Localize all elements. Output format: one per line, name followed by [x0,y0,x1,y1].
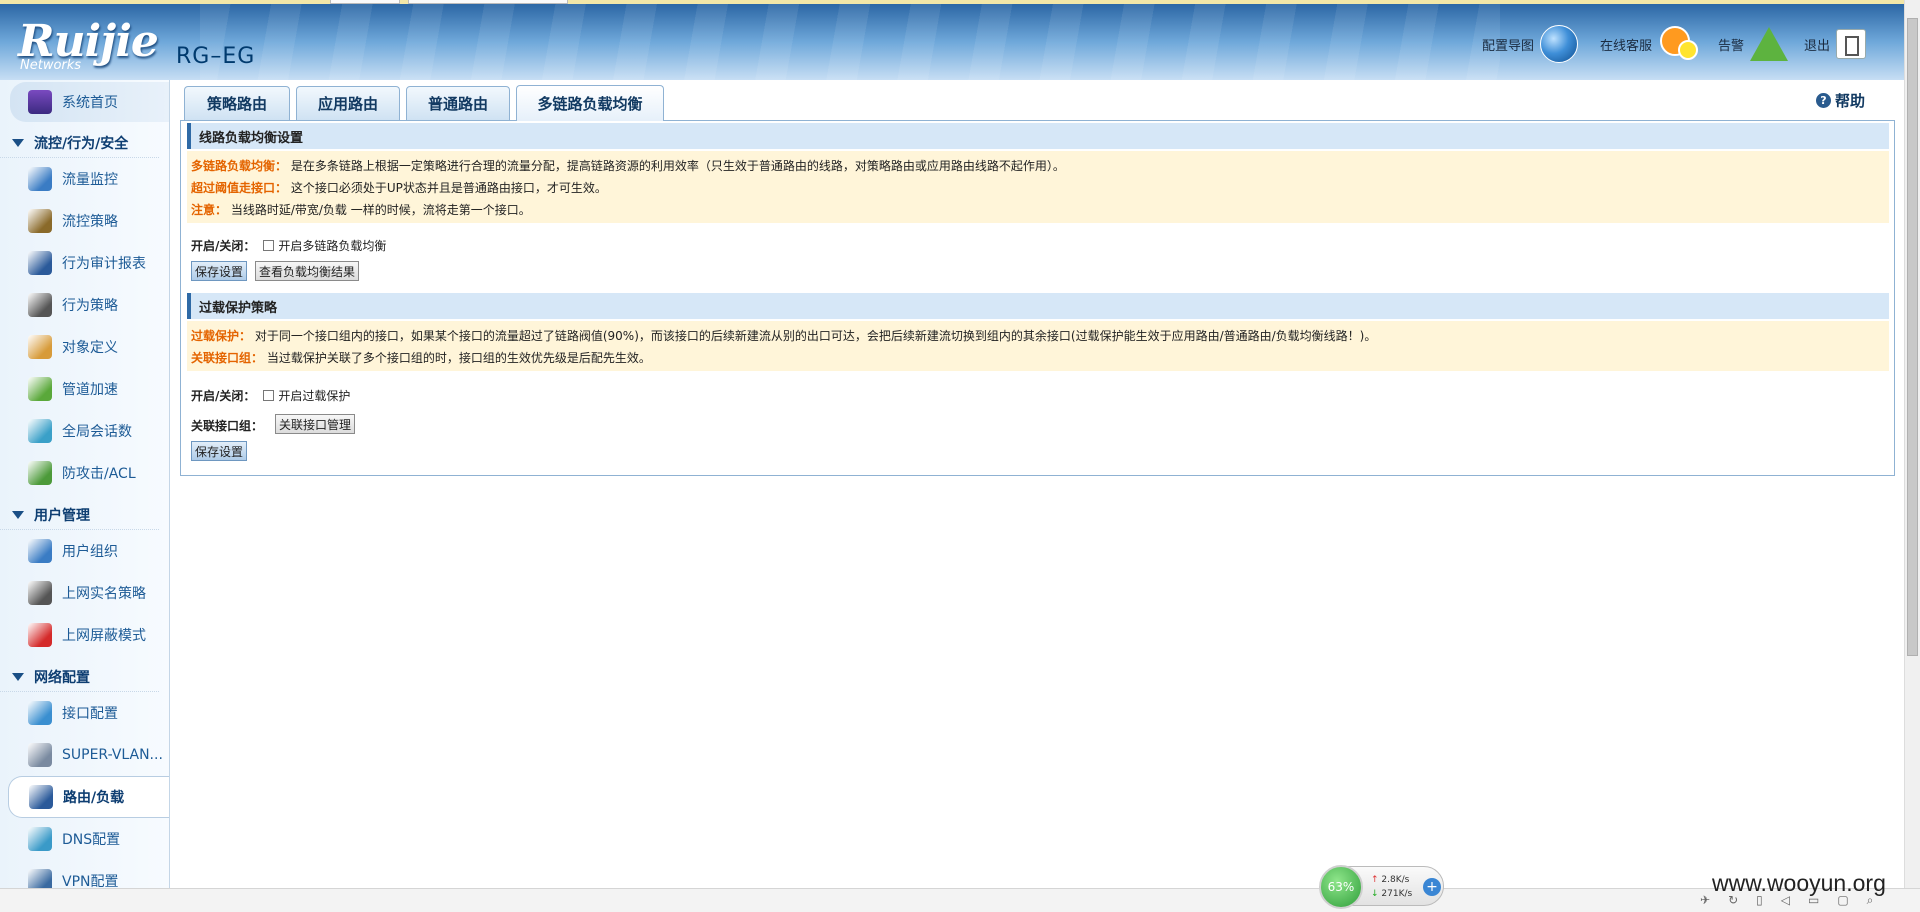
config-map-link[interactable]: 配置导图 [1482,24,1579,64]
monitor-icon [28,90,52,114]
volume-icon[interactable]: ◁ [1781,893,1790,908]
alarm-icon [1750,27,1789,61]
route-icon [29,785,53,809]
status-bar [0,888,1920,912]
view-lb-result-button[interactable]: 查看负载均衡结果 [255,261,360,281]
sidebar-item-home[interactable]: 系统首页 [10,82,169,122]
sidebar-item[interactable]: 上网屏蔽模式 [0,614,169,656]
tab-multilink-lb[interactable]: 多链路负载均衡 [516,85,664,121]
lb-enable-checkbox[interactable] [263,240,275,251]
network-speed-widget[interactable]: 63% ↑ 2.8K/s ↓ 271K/s + [1319,865,1444,909]
usage-percent: 63% [1319,865,1363,909]
op-enable-checkbox[interactable] [263,390,275,401]
pin-icon[interactable]: ✈ [1700,893,1710,908]
sidebar-item[interactable]: 路由/负载 [8,776,169,818]
sidebar-item[interactable]: 防攻击/ACL [0,452,169,494]
op-toggle-row: 开启/关闭： 开启过载保护 [191,389,351,403]
op-notes: 过载保护： 对于同一个接口组内的接口，如果某个接口的流量超过了链路阀值(90%)… [187,321,1889,371]
block-icon [28,623,52,647]
sidebar-item[interactable]: SUPER-VLAN... [0,734,169,776]
vertical-scrollbar[interactable] [1904,0,1920,888]
collapse-triangle-icon [12,510,24,519]
lb-section-title: 线路负载均衡设置 [187,123,1889,149]
app-header: Ruijie Networks RG–EG 配置导图 在线客服 告警 退出 [0,4,1904,80]
sidebar-item[interactable]: VPN配置 [0,860,169,888]
logout-link[interactable]: 退出 [1804,24,1867,64]
upload-speed: 2.8K/s [1381,875,1410,885]
download-arrow-icon: ↓ [1371,889,1379,899]
op-section-title: 过载保护策略 [187,293,1889,319]
sidebar-item[interactable]: 行为策略 [0,284,169,326]
lb-toggle-row: 开启/关闭： 开启多链路负载均衡 [191,239,387,253]
sidebar-item[interactable]: 流控策略 [0,200,169,242]
tab-policy-route[interactable]: 策略路由 [184,86,290,120]
sidebar-section-header[interactable]: 网络配置 [0,662,159,692]
sidebar-item[interactable]: DNS配置 [0,818,169,860]
sidebar-item[interactable]: 接口配置 [0,692,169,734]
sidebar-item[interactable]: 流量监控 [0,158,169,200]
lb-save-button[interactable]: 保存设置 [191,261,248,281]
behavior-policy-icon [28,293,52,317]
sidebar-item[interactable]: 对象定义 [0,326,169,368]
dns-icon [28,827,52,851]
refresh-icon[interactable]: ↻ [1728,893,1738,908]
sidebar-section-header[interactable]: 用户管理 [0,500,159,530]
main-content: 策略路由 应用路由 普通路由 多链路负载均衡 ? 帮助 线路负载均衡设置 多链路… [180,84,1895,476]
vpn-icon [28,869,52,888]
user-org-icon [28,539,52,563]
collapse-triangle-icon [12,672,24,681]
ruijie-logo: Ruijie Networks [18,16,159,73]
flow-policy-icon [28,209,52,233]
accelerate-icon [28,377,52,401]
exit-icon [1836,29,1867,59]
globe-icon [1540,25,1579,63]
lb-notes: 多链路负载均衡： 是在多条链路上根据一定策略进行合理的流量分配，提高链路资源的利… [187,151,1889,223]
help-link[interactable]: ? 帮助 [1815,90,1865,111]
alarm-link[interactable]: 告警 [1718,24,1789,64]
content-panel: 线路负载均衡设置 多链路负载均衡： 是在多条链路上根据一定策略进行合理的流量分配… [180,120,1895,476]
op-group-row: 关联接口组： [191,419,264,433]
sidebar-item[interactable]: 行为审计报表 [0,242,169,284]
shield-icon [28,461,52,485]
interface-group-manage-button[interactable]: 关联接口管理 [275,414,356,434]
tab-bar: 策略路由 应用路由 普通路由 多链路负载均衡 ? 帮助 [180,84,1895,121]
tab-normal-route[interactable]: 普通路由 [406,86,510,120]
collapse-triangle-icon [12,138,24,147]
support-icon [1658,24,1699,64]
help-icon: ? [1815,93,1831,108]
sidebar-item[interactable]: 全局会话数 [0,410,169,452]
trash-icon[interactable]: ▯ [1756,893,1763,908]
search-icon[interactable]: ⌕ [1867,893,1874,908]
sidebar-section-header[interactable]: 流控/行为/安全 [0,128,159,158]
audit-report-icon [28,251,52,275]
window-icon[interactable]: ▭ [1808,893,1819,908]
palette-icon [28,335,52,359]
traffic-monitor-icon [28,167,52,191]
sidebar-item[interactable]: 上网实名策略 [0,572,169,614]
upload-arrow-icon: ↑ [1371,875,1379,885]
screen-icon[interactable]: ▢ [1837,893,1848,908]
add-icon[interactable]: + [1423,878,1441,896]
download-speed: 271K/s [1381,889,1413,899]
online-support-link[interactable]: 在线客服 [1600,24,1699,64]
tab-app-route[interactable]: 应用路由 [296,86,400,120]
interface-icon [28,701,52,725]
device-model: RG–EG [176,44,256,69]
scrollbar-thumb[interactable] [1907,18,1918,656]
sidebar-item[interactable]: 用户组织 [0,530,169,572]
sessions-icon [28,419,52,443]
vlan-icon [28,743,52,767]
tray-icons: ✈ ↻ ▯ ◁ ▭ ▢ ⌕ [1700,893,1873,908]
op-save-button[interactable]: 保存设置 [191,441,248,461]
realname-icon [28,581,52,605]
sidebar-item[interactable]: 管道加速 [0,368,169,410]
sidebar: 系统首页 流控/行为/安全 流量监控 流控策略 行为审计报表 行为策略 对象定义 管道加速全… [0,80,170,888]
